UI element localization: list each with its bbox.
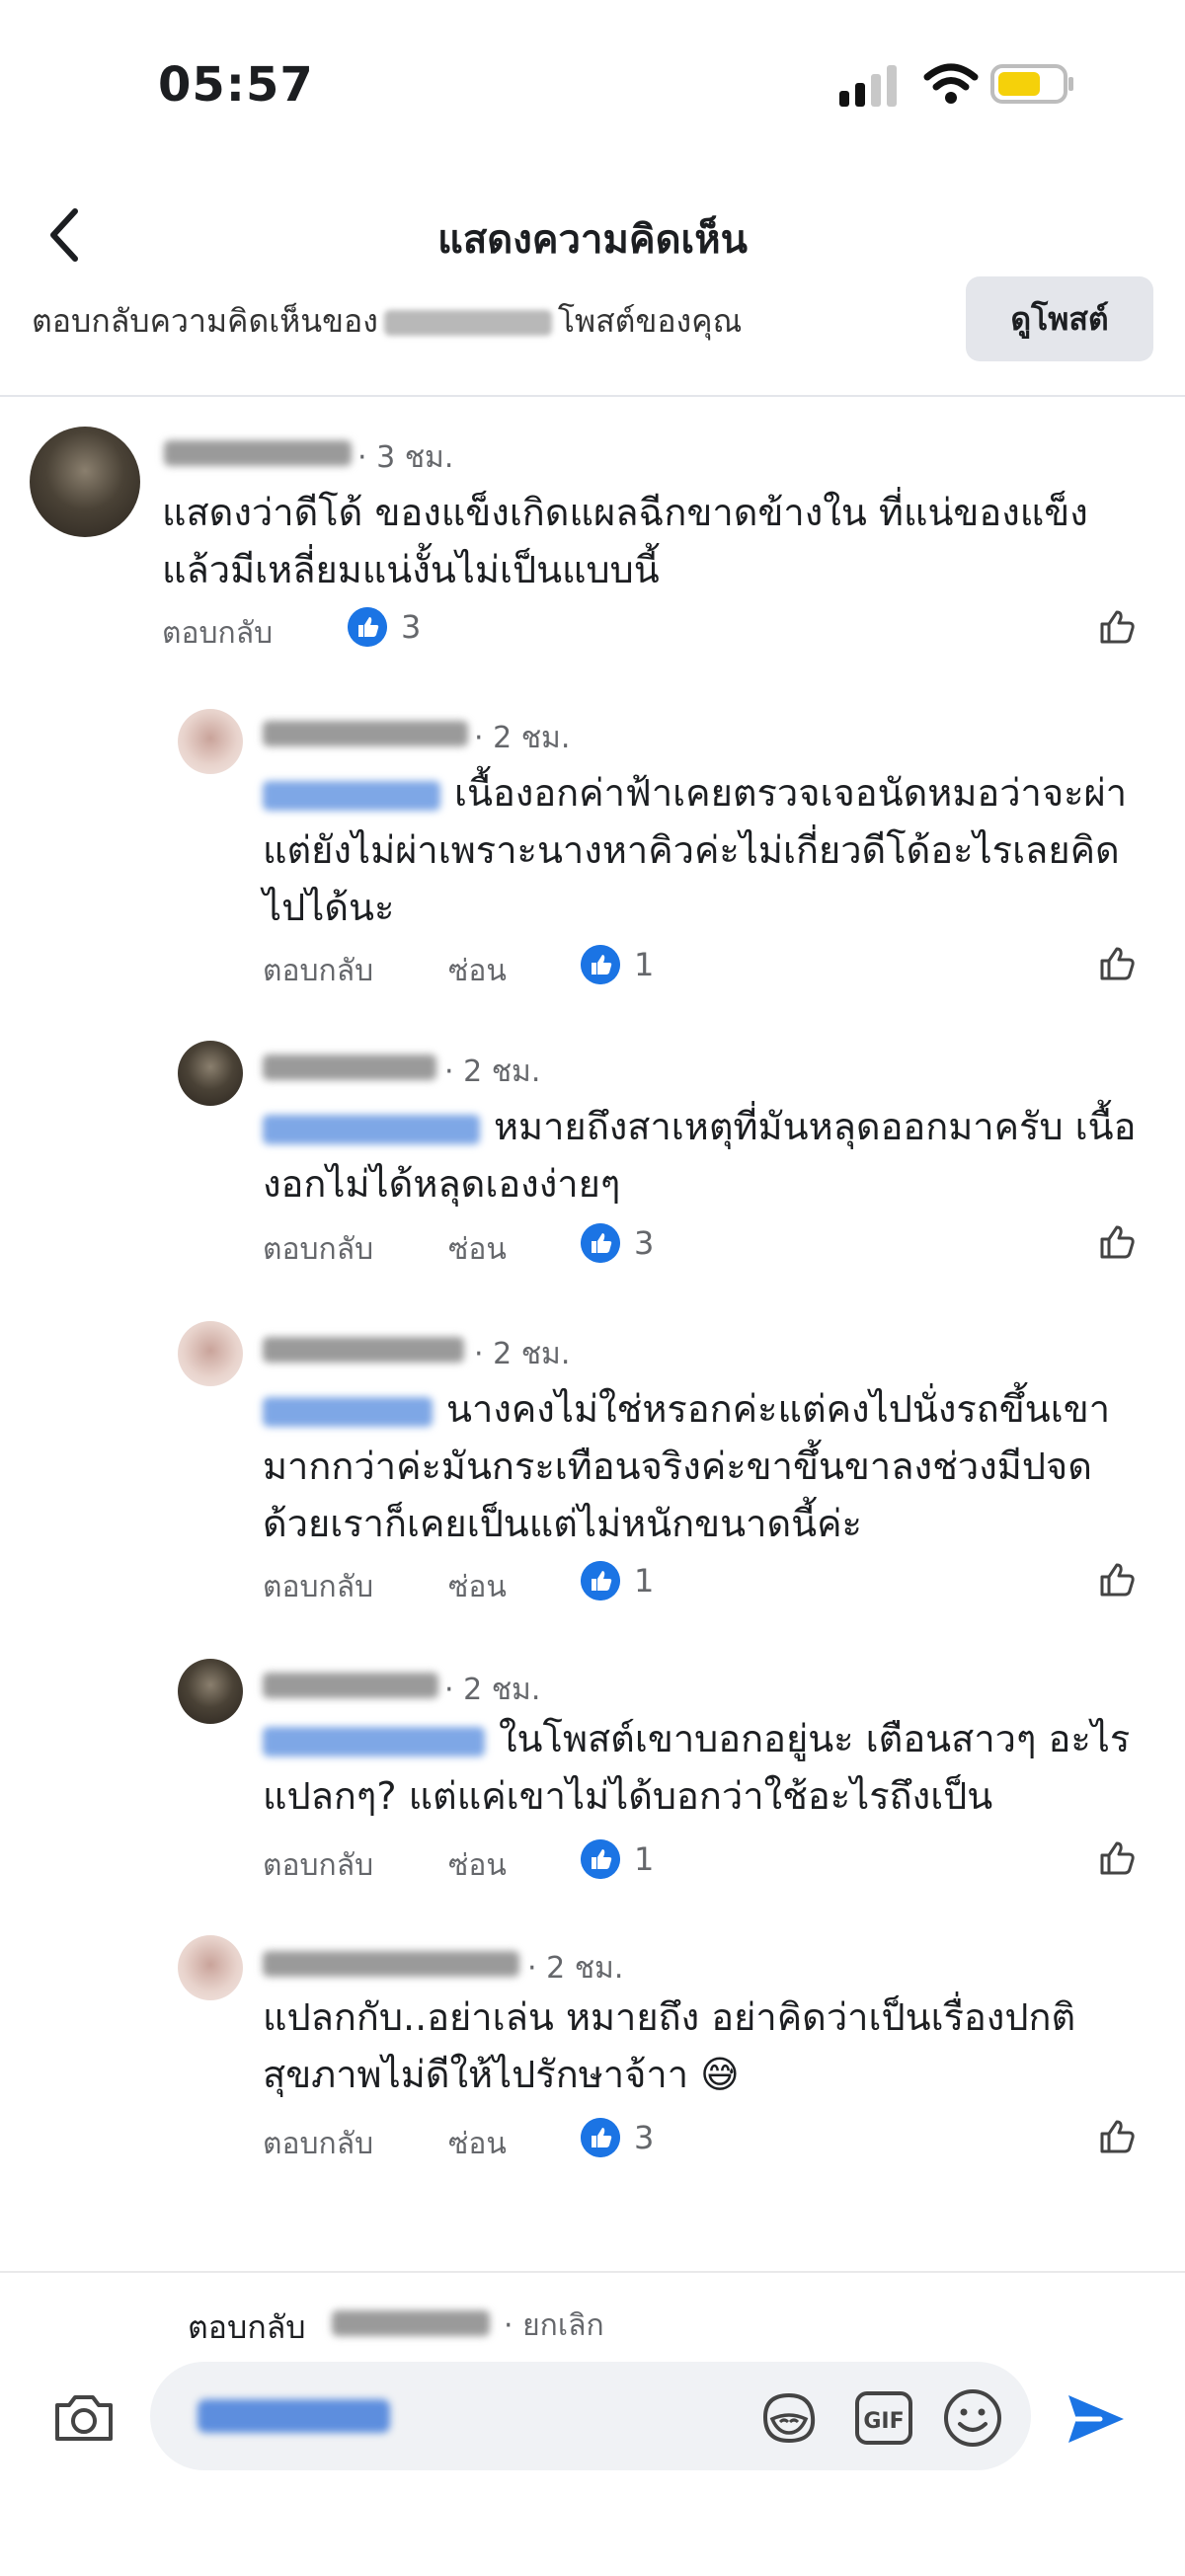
gif-icon[interactable]: GIF — [853, 2389, 914, 2447]
replying-to-label: ตอบกลับ — [188, 2308, 306, 2346]
like-count: 3 — [634, 2119, 655, 2156]
svg-text:GIF: GIF — [863, 2409, 904, 2434]
redacted-author-name[interactable] — [263, 1054, 436, 1080]
redacted-author-name[interactable] — [263, 721, 468, 746]
mention-tag[interactable] — [263, 1396, 433, 1427]
like-count: 3 — [634, 1224, 655, 1262]
like-badge-icon — [581, 945, 620, 984]
like-badge-icon — [581, 1839, 620, 1879]
comment-text: แปลกกับ..อย่าเล่น หมายถึง อย่าคิดว่าเป็น… — [263, 1995, 1076, 2096]
wifi-icon — [923, 63, 979, 104]
like-icon[interactable] — [1096, 941, 1140, 984]
redacted-reply-target — [332, 2310, 490, 2336]
composer-divider — [0, 2271, 1185, 2273]
view-post-button[interactable]: ดูโพสต์ — [966, 276, 1153, 361]
context-prefix: ตอบกลับความคิดเห็นของ — [32, 302, 378, 340]
like-count: 3 — [401, 608, 422, 646]
emoji-icon[interactable] — [942, 2387, 1003, 2449]
reply-button[interactable]: ตอบกลับ — [162, 610, 273, 657]
comment-time: · 2 ชม. — [527, 1951, 624, 1986]
comment-time: · 2 ชม. — [474, 1337, 571, 1371]
status-time: 05:57 — [158, 57, 314, 113]
mention-tag[interactable] — [263, 780, 440, 811]
redacted-author-name[interactable] — [263, 1951, 519, 1977]
reply-button[interactable]: ตอบกลับ — [263, 1564, 373, 1610]
cancel-reply-button[interactable]: · ยกเลิก — [504, 2303, 604, 2349]
mention-tag[interactable] — [263, 1726, 485, 1756]
like-icon[interactable] — [1096, 1219, 1140, 1263]
reply-button[interactable]: ตอบกลับ — [263, 2121, 373, 2167]
avatar[interactable] — [178, 1935, 243, 2000]
like-count: 1 — [634, 1840, 655, 1878]
reply-context: ตอบกลับความคิดเห็นของ โพสต์ของคุณ — [32, 296, 742, 347]
like-badge-icon — [581, 1561, 620, 1600]
context-suffix: โพสต์ของคุณ — [557, 302, 743, 340]
like-badge-icon — [348, 607, 387, 647]
comment-time: · 2 ชม. — [444, 1054, 541, 1089]
comment-time: · 2 ชม. — [444, 1673, 541, 1707]
hide-button[interactable]: ซ่อน — [448, 1226, 507, 1273]
like-badge-icon — [581, 2118, 620, 2157]
cellular-signal-icon — [839, 65, 897, 107]
hide-button[interactable]: ซ่อน — [448, 1842, 507, 1889]
redacted-name — [383, 310, 552, 336]
avatar[interactable] — [178, 1321, 243, 1386]
like-icon[interactable] — [1096, 604, 1140, 648]
hide-button[interactable]: ซ่อน — [448, 948, 507, 994]
like-count: 1 — [634, 946, 655, 983]
like-icon[interactable] — [1096, 2114, 1140, 2157]
comment-time: · 3 ชม. — [357, 440, 454, 475]
page-title: แสดงความคิดเห็น — [437, 217, 748, 263]
hide-button[interactable]: ซ่อน — [448, 2121, 507, 2167]
redacted-author-name[interactable] — [263, 1337, 464, 1363]
avatar[interactable] — [30, 427, 140, 537]
comment-body: หมายถึงสาเหตุที่มันหลุดออกมาครับ เนื้องอ… — [263, 1098, 1151, 1212]
reply-button[interactable]: ตอบกลับ — [263, 1226, 373, 1273]
hide-button[interactable]: ซ่อน — [448, 1564, 507, 1610]
sticker-icon[interactable] — [758, 2389, 820, 2447]
mention-tag[interactable] — [263, 1114, 480, 1144]
like-icon[interactable] — [1096, 1557, 1140, 1600]
reply-button[interactable]: ตอบกลับ — [263, 1842, 373, 1889]
battery-icon — [990, 64, 1073, 104]
divider — [0, 395, 1185, 397]
comment-time: · 2 ชม. — [474, 721, 571, 755]
redacted-author-name[interactable] — [164, 440, 352, 466]
avatar[interactable] — [178, 1659, 243, 1724]
mention-tag[interactable] — [198, 2399, 390, 2433]
like-count: 1 — [634, 1562, 655, 1600]
redacted-author-name[interactable] — [263, 1673, 438, 1698]
send-icon[interactable] — [1065, 2389, 1128, 2449]
avatar[interactable] — [178, 1041, 243, 1106]
comment-body: ในโพสต์เขาบอกอยู่นะ เตือนสาวๆ อะไร แปลกๆ… — [263, 1710, 1151, 1825]
avatar[interactable] — [178, 709, 243, 774]
like-icon[interactable] — [1096, 1835, 1140, 1879]
camera-icon[interactable] — [51, 2389, 117, 2445]
comment-body: เนื้องอกค่าฟ้าเคยตรวจเจอนัดหมอว่าจะผ่า แ… — [263, 764, 1151, 936]
like-badge-icon — [581, 1223, 620, 1263]
comment-text: แสดงว่าดีโด้ ของแข็งเกิดแผลฉีกขาดข้างใน … — [162, 491, 1088, 591]
reply-button[interactable]: ตอบกลับ — [263, 948, 373, 994]
comment-body: นางคงไม่ใช่หรอกค่ะแต่คงไปนั่งรถขึ้นเขา ม… — [263, 1380, 1151, 1552]
